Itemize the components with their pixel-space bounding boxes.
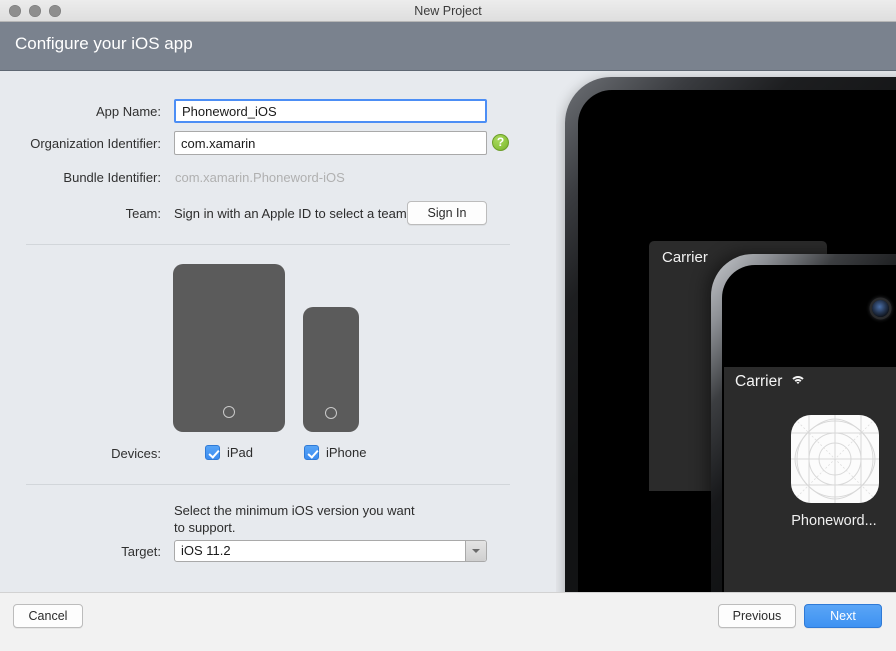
- sign-in-button[interactable]: Sign In: [407, 201, 487, 225]
- help-icon[interactable]: ?: [492, 134, 509, 151]
- iphone-home-screen: Carrier: [724, 367, 896, 592]
- ipad-carrier-label: Carrier: [662, 249, 708, 266]
- iphone-screen: Carrier: [722, 265, 896, 592]
- ipad-home-button-icon: [223, 406, 235, 418]
- devices-label: Devices:: [15, 446, 161, 461]
- iphone-checkbox[interactable]: [304, 445, 319, 460]
- team-description: Sign in with an Apple ID to select a tea…: [174, 206, 407, 221]
- next-button[interactable]: Next: [804, 604, 882, 628]
- target-version-value: iOS 11.2: [181, 543, 231, 558]
- cancel-button[interactable]: Cancel: [13, 604, 83, 628]
- page-title: Configure your iOS app: [15, 34, 193, 54]
- app-icon-placeholder: [791, 415, 879, 503]
- camera-lens-icon: [872, 300, 889, 317]
- bundle-identifier-value: com.xamarin.Phoneword-iOS: [175, 170, 345, 185]
- ipad-checkbox-label: iPad: [227, 445, 253, 460]
- dialog-body: App Name: Organization Identifier: ? Bun…: [0, 71, 896, 592]
- ipad-illustration: [173, 264, 285, 432]
- bundle-identifier-label: Bundle Identifier:: [15, 170, 161, 185]
- dialog-footer: Cancel Previous Next: [0, 592, 896, 651]
- target-label: Target:: [15, 544, 161, 559]
- section-divider-bottom: [26, 484, 510, 485]
- device-option-iphone[interactable]: iPhone: [304, 445, 366, 460]
- iphone-home-button-icon: [325, 407, 337, 419]
- window-title: New Project: [0, 0, 896, 22]
- window-titlebar: New Project: [0, 0, 896, 22]
- iphone-mockup: Carrier: [711, 254, 896, 592]
- app-icon-grid-icon: [791, 415, 879, 503]
- new-project-window: New Project Configure your iOS app App N…: [0, 0, 896, 651]
- section-divider-top: [26, 244, 510, 245]
- app-icon-label: Phoneword...: [724, 513, 896, 529]
- wifi-icon: [790, 376, 806, 388]
- app-name-label: App Name:: [15, 104, 161, 119]
- team-label: Team:: [15, 206, 161, 221]
- header-banner: Configure your iOS app: [0, 22, 896, 71]
- target-hint: Select the minimum iOS version you want …: [174, 502, 424, 536]
- configuration-form: App Name: Organization Identifier: ? Bun…: [0, 71, 556, 592]
- ipad-checkbox[interactable]: [205, 445, 220, 460]
- previous-button[interactable]: Previous: [718, 604, 796, 628]
- organization-identifier-input[interactable]: [174, 131, 487, 155]
- organization-identifier-label: Organization Identifier:: [15, 136, 161, 151]
- iphone-status-bar: Carrier: [735, 373, 806, 391]
- iphone-checkbox-label: iPhone: [326, 445, 366, 460]
- target-version-dropdown[interactable]: iOS 11.2: [174, 540, 487, 562]
- iphone-carrier-label: Carrier: [735, 373, 782, 391]
- chevron-down-icon[interactable]: [465, 541, 486, 561]
- iphone-illustration: [303, 307, 359, 432]
- app-name-input[interactable]: [174, 99, 487, 123]
- device-option-ipad[interactable]: iPad: [205, 445, 253, 460]
- device-preview-panel: Carrier Carrier: [556, 71, 896, 592]
